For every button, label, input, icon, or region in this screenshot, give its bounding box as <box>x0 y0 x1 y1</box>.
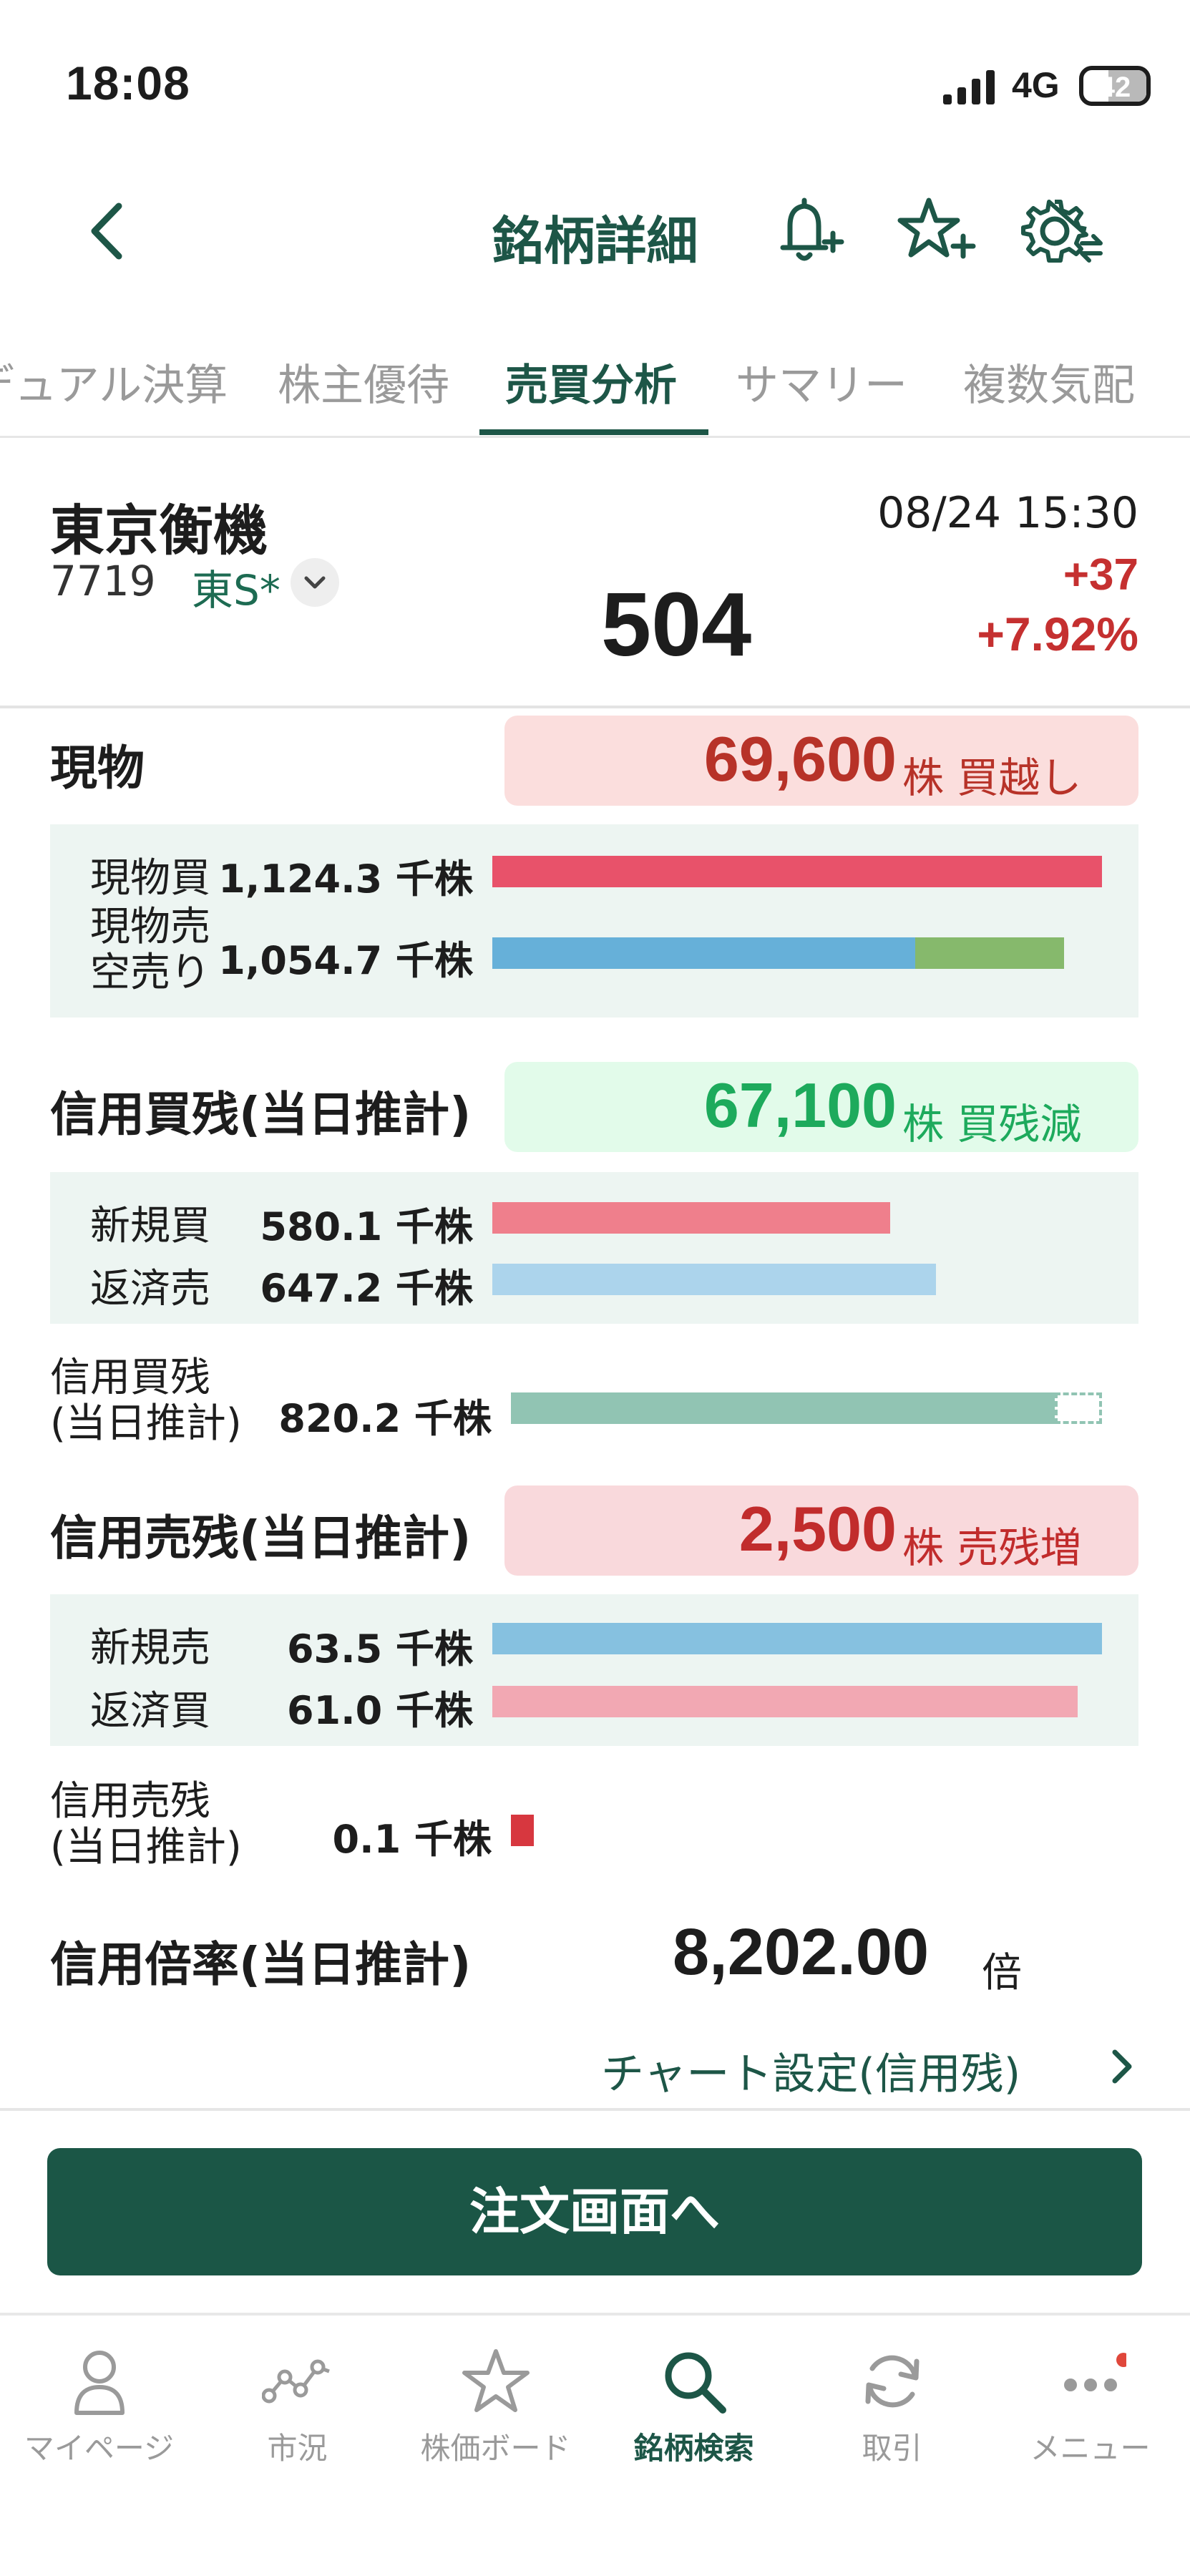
nav-trade-label: 取引 <box>862 2431 922 2466</box>
genbutsu-buy-bar <box>492 856 1102 887</box>
hensai-uri-value: 647.2 千株 <box>260 1266 473 1311</box>
alert-add-icon[interactable] <box>761 192 847 270</box>
shinyo-kai-balance-line1: 信用買残 <box>50 1355 210 1401</box>
genbutsu-sell-label: 現物売 空売り <box>90 904 210 996</box>
ratio-title: 信用倍率(当日推計) <box>50 1937 472 1992</box>
divider <box>0 2108 1190 2111</box>
stock-price: 504 <box>601 574 752 675</box>
hensai-kai-label: 返済買 <box>90 1688 210 1735</box>
tab-dual-kessan[interactable]: デュアル決算 <box>0 351 228 413</box>
shinyo-uri-title: 信用売残(当日推計) <box>50 1511 472 1566</box>
nav-stock-search[interactable]: 銘柄検索 <box>595 2346 793 2468</box>
price-change: +37 <box>1063 550 1138 600</box>
nav-market-label: 市況 <box>267 2431 328 2466</box>
shinyo-uri-net-unit: 株 売残増 <box>902 1523 1082 1572</box>
divider <box>0 706 1190 708</box>
genbutsu-sell-label-line2: 空売り <box>90 950 210 996</box>
genbutsu-sell-bar <box>492 937 915 969</box>
stock-name: 東京衡機 <box>50 499 268 562</box>
shinki-kai-label: 新規買 <box>90 1203 210 1249</box>
notification-badge <box>1116 2353 1126 2367</box>
nav-mypage[interactable]: マイページ <box>0 2346 198 2468</box>
shinyo-kai-balance-line2: (当日推計) <box>50 1400 242 1447</box>
nav-market[interactable]: 市況 <box>198 2346 396 2468</box>
chevron-down-icon[interactable] <box>291 558 339 607</box>
shinyo-kai-title: 信用買残(当日推計) <box>50 1087 472 1142</box>
shinki-uri-value: 63.5 千株 <box>286 1626 473 1672</box>
shinyo-kai-net-unit: 株 買残減 <box>902 1100 1082 1148</box>
refresh-icon <box>865 2355 919 2408</box>
shinki-uri-bar <box>492 1623 1102 1654</box>
bottom-nav: マイページ 市況 株価ボード 銘柄検索 取引 メニュー <box>0 2313 1190 2576</box>
shinyo-uri-balance-label: 信用売残 (当日推計) <box>50 1779 242 1870</box>
hensai-uri-label: 返済売 <box>90 1266 210 1312</box>
chart-settings-link[interactable]: チャート設定(信用残) <box>601 2039 1020 2102</box>
hensai-uri-bar <box>492 1264 936 1295</box>
shinyo-kai-balance-label: 信用買残 (当日推計) <box>50 1355 242 1447</box>
shinyo-kai-balance-value: 820.2 千株 <box>278 1396 492 1441</box>
settings-swap-icon[interactable] <box>1019 192 1105 270</box>
active-tab-indicator <box>479 429 708 435</box>
chevron-right-icon[interactable] <box>1108 2045 1136 2088</box>
battery-icon: 42 <box>1079 66 1151 106</box>
genbutsu-short-sell-bar <box>915 937 1064 969</box>
hensai-kai-value: 61.0 千株 <box>286 1688 473 1733</box>
genbutsu-title: 現物 <box>50 741 145 796</box>
genbutsu-net-value: 69,600 <box>703 723 897 794</box>
shinyo-kai-balance-prev-marker <box>1055 1392 1102 1424</box>
shinki-kai-value: 580.1 千株 <box>260 1204 473 1249</box>
person-icon <box>74 2351 125 2415</box>
shinyo-uri-net-value: 2,500 <box>738 1493 897 1564</box>
star-icon <box>462 2349 530 2412</box>
search-icon <box>665 2352 726 2414</box>
page-title: 銘柄詳細 <box>492 211 698 271</box>
ratio-value: 8,202.00 <box>673 1916 930 1989</box>
shinyo-kai-balance-bar <box>511 1392 1055 1424</box>
tab-bar: デュアル決算 株主優待 売買分析 サマリー 複数気配 <box>0 343 1190 438</box>
price-change-percent: +7.92% <box>977 608 1138 660</box>
genbutsu-net-unit: 株 買越し <box>902 753 1082 802</box>
hensai-kai-bar <box>492 1686 1078 1717</box>
favorite-add-icon[interactable] <box>892 192 977 270</box>
signal-icon <box>943 70 998 104</box>
status-time: 18:08 <box>66 57 190 109</box>
genbutsu-net-badge: 69,600 株 買越し <box>504 716 1138 806</box>
shinki-uri-label: 新規売 <box>90 1625 210 1672</box>
nav-stock-board[interactable]: 株価ボード <box>396 2346 595 2468</box>
nav-menu[interactable]: メニュー <box>991 2346 1189 2468</box>
market-selector[interactable]: 東S* <box>192 557 281 617</box>
nav-stock-board-label: 株価ボード <box>420 2431 571 2466</box>
tab-baibai-bunseki[interactable]: 売買分析 <box>505 351 677 413</box>
shinyo-kai-net-badge: 67,100 株 買残減 <box>504 1062 1138 1152</box>
network-label: 4G <box>1012 65 1060 105</box>
tab-fukusu-kehai[interactable]: 複数気配 <box>963 351 1135 413</box>
price-datetime: 08/24 15:30 <box>877 488 1138 538</box>
genbutsu-buy-label: 現物買 <box>90 855 210 902</box>
tab-summary[interactable]: サマリー <box>736 351 907 413</box>
shinyo-uri-balance-bar <box>511 1815 534 1846</box>
more-icon <box>1063 2353 1126 2391</box>
shinyo-uri-balance-line1: 信用売残 <box>50 1778 210 1825</box>
nav-menu-label: メニュー <box>1030 2431 1151 2466</box>
nav-trade[interactable]: 取引 <box>793 2346 991 2468</box>
tab-kabunushi-yutai[interactable]: 株主優待 <box>278 351 449 413</box>
genbutsu-buy-value: 1,124.3 千株 <box>218 857 473 902</box>
shinyo-kai-panel: 新規買 580.1 千株 返済売 647.2 千株 <box>50 1172 1138 1324</box>
shinyo-uri-balance-value: 0.1 千株 <box>332 1817 492 1862</box>
nav-stock-search-label: 銘柄検索 <box>633 2431 754 2466</box>
genbutsu-panel: 現物買 1,124.3 千株 現物売 空売り 1,054.7 千株 <box>50 824 1138 1018</box>
genbutsu-sell-label-line1: 現物売 <box>90 904 210 950</box>
genbutsu-sell-value: 1,054.7 千株 <box>218 938 473 983</box>
stock-code: 7719 <box>50 557 156 605</box>
shinyo-uri-panel: 新規売 63.5 千株 返済買 61.0 千株 <box>50 1594 1138 1746</box>
shinki-kai-bar <box>492 1202 890 1234</box>
shinyo-uri-balance-line2: (当日推計) <box>50 1824 242 1870</box>
shinyo-uri-net-badge: 2,500 株 売残増 <box>504 1485 1138 1576</box>
shinyo-kai-net-value: 67,100 <box>703 1070 897 1141</box>
market-graph-icon <box>261 2359 330 2404</box>
order-screen-button[interactable]: 注文画面へ <box>47 2148 1142 2275</box>
battery-level: 42 <box>1098 72 1131 103</box>
ratio-unit: 倍 <box>982 1950 1022 1996</box>
nav-mypage-label: マイページ <box>24 2431 175 2466</box>
